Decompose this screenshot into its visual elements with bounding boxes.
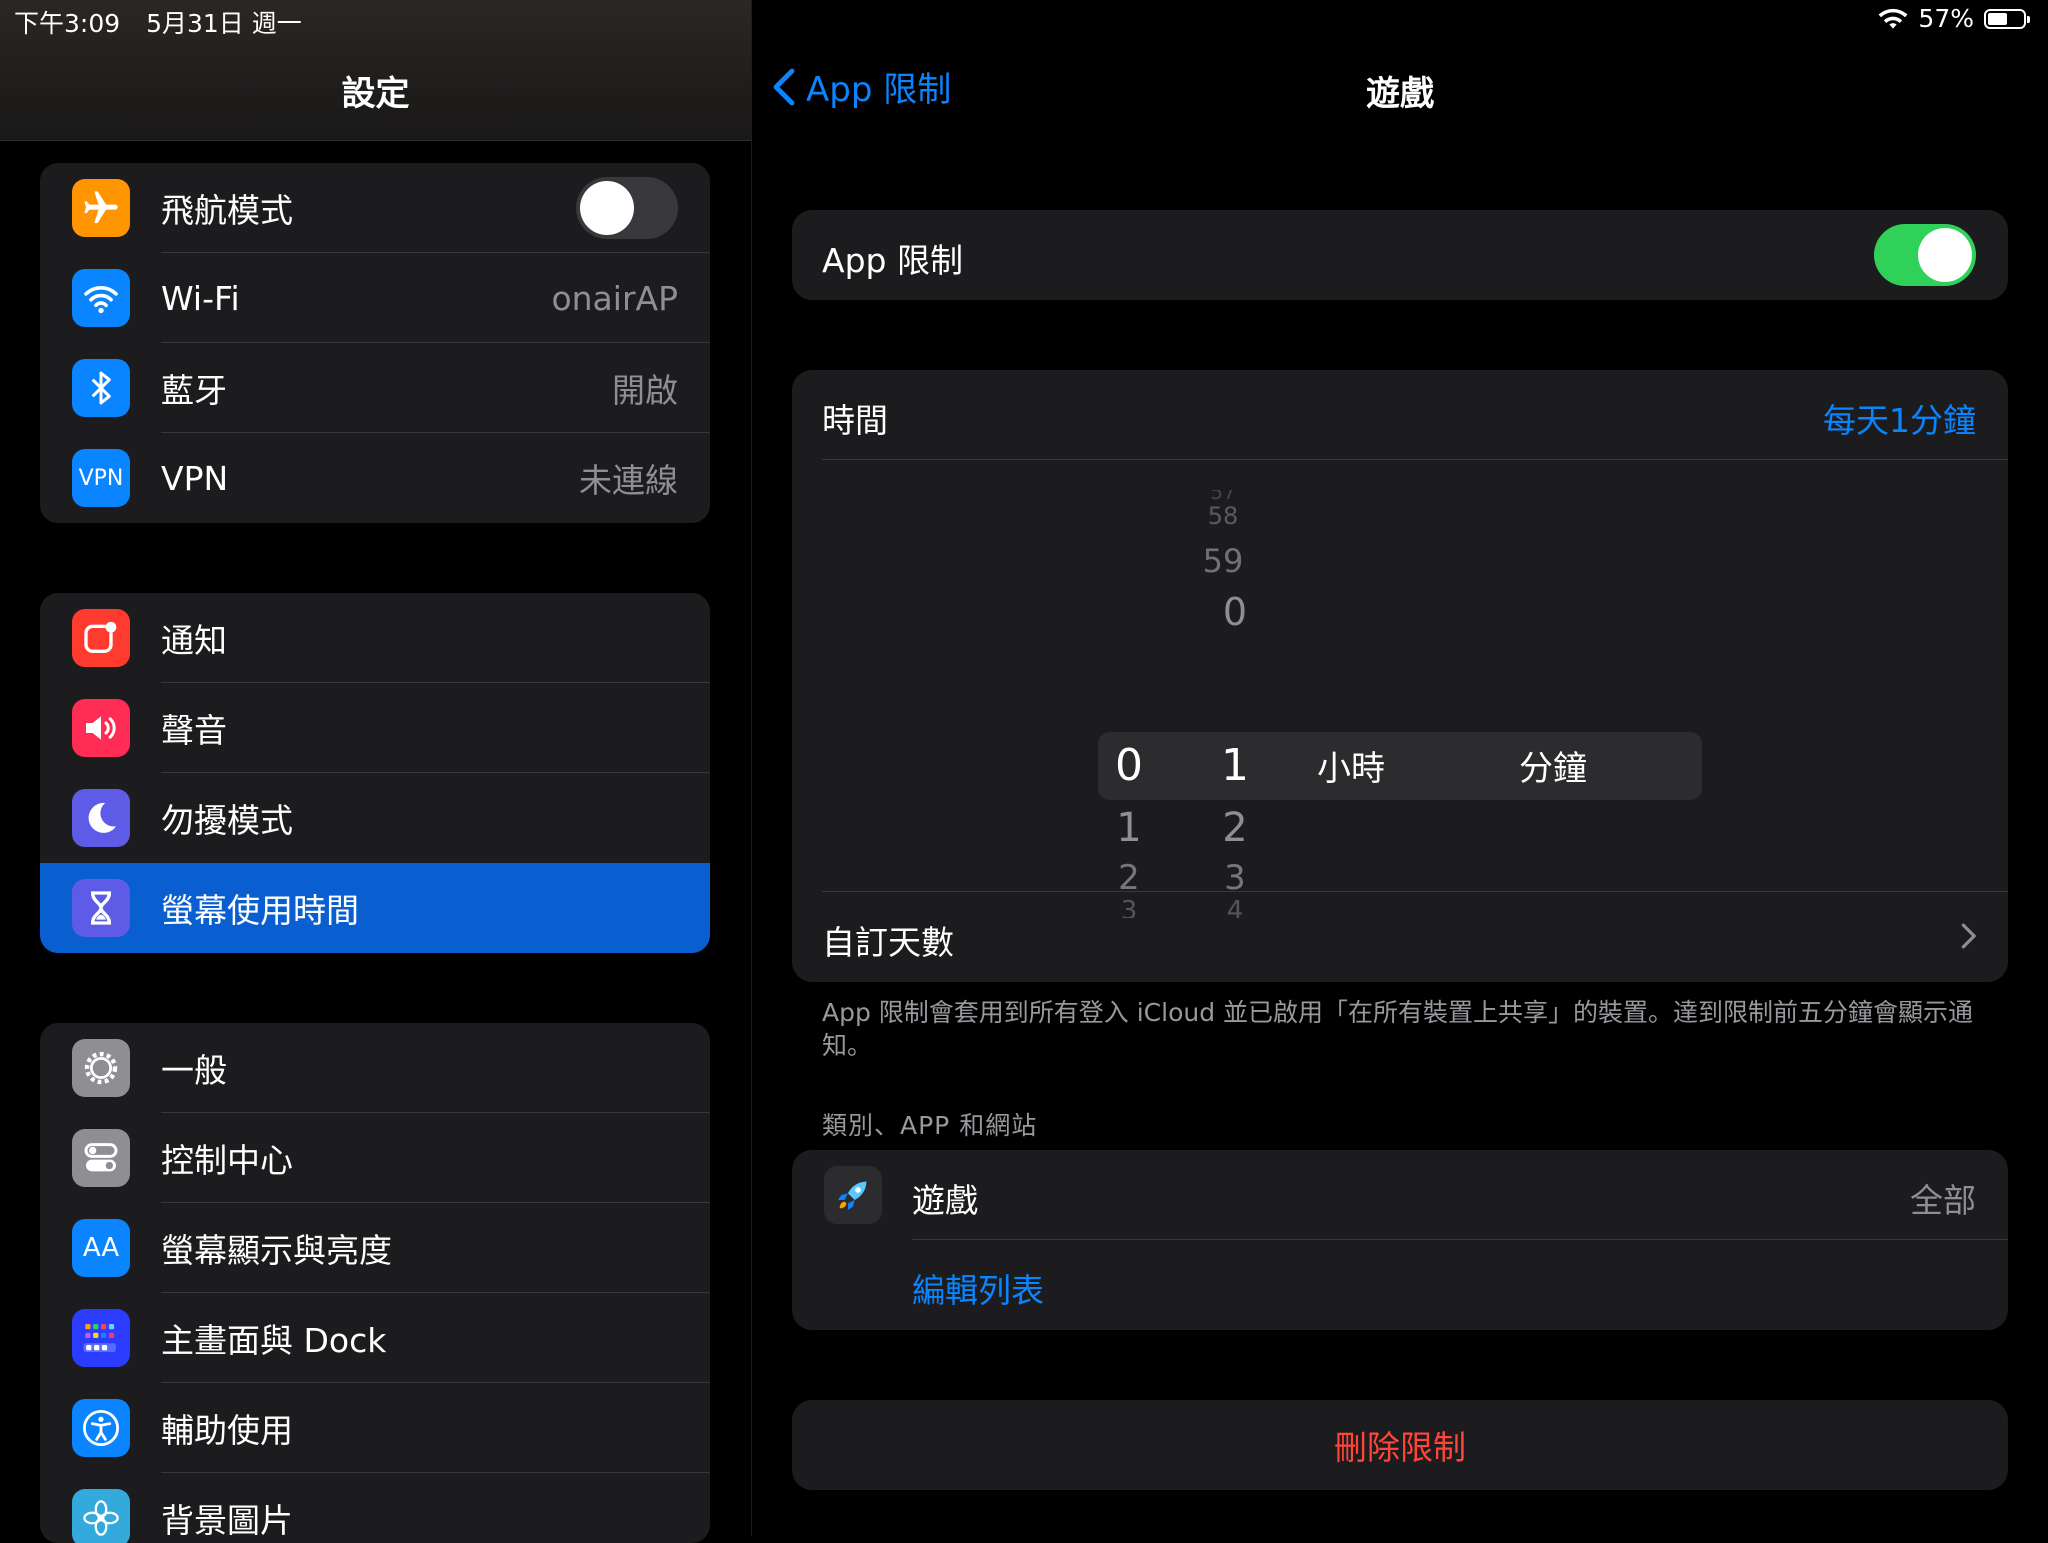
sidebar-item-label: Wi-Fi: [161, 278, 240, 318]
split-divider: [751, 0, 752, 1536]
hourglass-icon: [72, 879, 130, 937]
sidebar-item-label: 背景圖片: [161, 1501, 293, 1540]
sidebar-item-label: 一般: [161, 1051, 227, 1090]
hours-unit: 小時: [1317, 749, 1385, 789]
toggle-knob: [1918, 228, 1972, 282]
time-label: 時間: [822, 401, 888, 440]
vpn-status: 未連線: [579, 461, 678, 500]
sidebar-item-label: 勿擾模式: [161, 801, 293, 840]
sidebar-item-label: VPN: [161, 458, 229, 498]
app-limit-card: App 限制: [792, 210, 2008, 300]
settings-group-general: 一般 控制中心 AA 螢幕顯示與亮度 主畫面與 Dock 輔助使用 背景圖片: [40, 1023, 710, 1543]
section-label: 類別、APP 和網站: [822, 1111, 1038, 1140]
airplane-mode-toggle[interactable]: [576, 177, 678, 239]
sidebar-item-sounds[interactable]: 聲音: [40, 683, 710, 773]
hours-option: 1: [1116, 805, 1142, 851]
battery-fill: [1988, 12, 2008, 25]
category-label: 遊戲: [912, 1181, 978, 1220]
toggle-knob: [580, 181, 634, 235]
chevron-right-icon: [1961, 923, 1976, 949]
sidebar-item-display-brightness[interactable]: AA 螢幕顯示與亮度: [40, 1203, 710, 1293]
app-limit-footnote: App 限制會套用到所有登入 iCloud 並已啟用「在所有裝置上共享」的裝置。…: [822, 998, 1974, 1060]
airplane-icon: [72, 179, 130, 237]
wifi-status-icon: [1879, 8, 1908, 29]
sidebar-item-label: 控制中心: [161, 1141, 293, 1180]
sidebar-item-label: 通知: [161, 621, 227, 660]
category-row-games[interactable]: 遊戲 全部: [792, 1150, 2008, 1240]
sidebar-item-label: 主畫面與 Dock: [161, 1321, 387, 1360]
app-limit-toggle[interactable]: [1874, 224, 1976, 286]
bluetooth-status: 開啟: [612, 371, 678, 410]
accessibility-icon: [72, 1399, 130, 1457]
time-value: 每天1分鐘: [1823, 401, 1976, 440]
sidebar-item-general[interactable]: 一般: [40, 1023, 710, 1113]
rocket-icon: [824, 1166, 882, 1224]
category-value: 全部: [1910, 1181, 1976, 1220]
sidebar-title: 設定: [341, 74, 410, 114]
custom-days-label: 自訂天數: [822, 923, 954, 962]
hours-selected: 0: [1115, 740, 1143, 791]
display-icon: AA: [72, 1219, 130, 1277]
app-limit-label: App 限制: [822, 241, 963, 280]
minutes-option: 0: [1222, 590, 1248, 634]
status-time: 下午3:09: [14, 9, 121, 38]
battery-percentage: 57%: [1918, 4, 1974, 33]
sidebar-item-notifications[interactable]: 通知: [40, 593, 710, 683]
sidebar-item-label: 輔助使用: [161, 1411, 293, 1450]
gear-icon: [72, 1039, 130, 1097]
time-card: 時間 每天1分鐘 0 小時 1 2 3 57 58 59 0 1 分鐘 2 3 …: [792, 370, 2008, 982]
picker-selection-bar: [1098, 732, 1702, 800]
delete-limit-button[interactable]: 刪除限制: [792, 1400, 2008, 1490]
minutes-unit: 分鐘: [1519, 749, 1587, 789]
status-bar-left: 下午3:09 5月31日 週一: [14, 4, 302, 40]
minutes-selected: 1: [1221, 740, 1249, 791]
minutes-option: 58: [1207, 502, 1239, 530]
switches-icon: [72, 1129, 130, 1187]
delete-limit-label: 刪除限制: [1334, 1428, 1466, 1467]
notifications-icon: [72, 609, 130, 667]
sidebar-item-control-center[interactable]: 控制中心: [40, 1113, 710, 1203]
moon-icon: [72, 789, 130, 847]
minutes-option: 2: [1222, 805, 1248, 851]
sidebar-item-wallpaper[interactable]: 背景圖片: [40, 1473, 710, 1543]
home-screen-icon: [72, 1309, 130, 1367]
battery-icon: [1984, 8, 2030, 29]
sidebar-item-wifi[interactable]: Wi-Fi onairAP: [40, 253, 710, 343]
status-bar-right: 57%: [1878, 4, 2030, 33]
sidebar-item-label: 聲音: [161, 711, 227, 750]
time-picker[interactable]: 0 小時 1 2 3 57 58 59 0 1 分鐘 2 3 4: [792, 460, 2008, 918]
sidebar-item-vpn[interactable]: VPN VPN 未連線: [40, 433, 710, 523]
wifi-network-name: onairAP: [551, 278, 678, 318]
edit-list-label: 編輯列表: [912, 1271, 1044, 1310]
wifi-icon: [72, 269, 130, 327]
sidebar-item-screen-time[interactable]: 螢幕使用時間: [40, 863, 710, 953]
sidebar-item-home-screen-dock[interactable]: 主畫面與 Dock: [40, 1293, 710, 1383]
status-date: 5月31日 週一: [146, 9, 302, 38]
sidebar-item-label: 藍牙: [161, 371, 227, 410]
settings-sidebar: 設定 飛航模式 Wi-Fi onairAP 藍牙 開啟 VPN VPN 未連線 …: [0, 0, 751, 1543]
custom-days-row[interactable]: 自訂天數: [792, 892, 2008, 982]
minutes-option: 59: [1202, 542, 1244, 580]
speaker-icon: [72, 699, 130, 757]
vpn-icon: VPN: [72, 449, 130, 507]
sidebar-item-accessibility[interactable]: 輔助使用: [40, 1383, 710, 1473]
sidebar-item-bluetooth[interactable]: 藍牙 開啟: [40, 343, 710, 433]
sidebar-item-label: 螢幕使用時間: [161, 891, 359, 930]
wallpaper-icon: [72, 1489, 130, 1543]
time-row[interactable]: 時間 每天1分鐘: [792, 370, 2008, 460]
sidebar-item-do-not-disturb[interactable]: 勿擾模式: [40, 773, 710, 863]
category-card: 遊戲 全部 編輯列表: [792, 1150, 2008, 1330]
settings-group-notifications: 通知 聲音 勿擾模式 螢幕使用時間: [40, 593, 710, 953]
page-title: 遊戲: [1366, 74, 1434, 114]
minutes-option: 57: [1183, 490, 1263, 500]
bluetooth-icon: [72, 359, 130, 417]
sidebar-item-airplane-mode[interactable]: 飛航模式: [40, 163, 710, 253]
sidebar-item-label: 螢幕顯示與亮度: [161, 1231, 392, 1270]
edit-list-button[interactable]: 編輯列表: [792, 1240, 2008, 1330]
settings-group-connectivity: 飛航模式 Wi-Fi onairAP 藍牙 開啟 VPN VPN 未連線: [40, 163, 710, 523]
sidebar-item-label: 飛航模式: [161, 191, 293, 230]
